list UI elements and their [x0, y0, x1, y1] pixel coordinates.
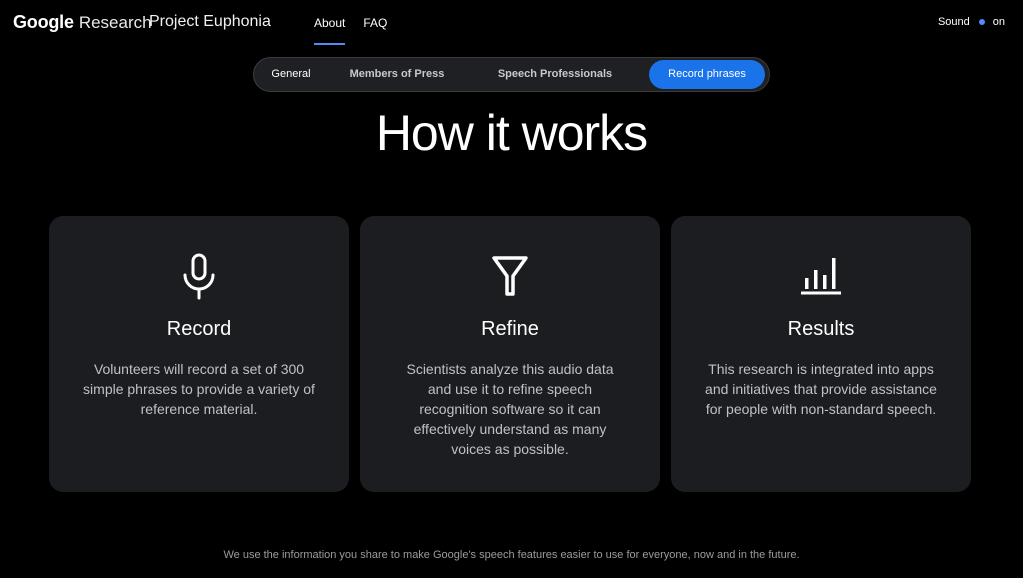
main-nav: About FAQ	[314, 16, 387, 45]
card-title: Record	[166, 318, 232, 340]
microphone-icon	[169, 252, 229, 300]
nav-faq[interactable]: FAQ	[363, 16, 387, 30]
card-description: This research is integrated into apps an…	[705, 361, 937, 417]
brand-research: Research	[78, 13, 152, 32]
audience-tabs: General Members of Press Speech Professi…	[253, 57, 770, 92]
card-title: Refine	[481, 318, 539, 340]
sound-indicator-dot	[978, 19, 985, 25]
top-header: Google Research Project Euphonia About F…	[0, 0, 1023, 46]
sound-toggle[interactable]: Sound on	[938, 16, 1005, 28]
tab-record-phrases[interactable]: Record phrases	[649, 60, 765, 89]
card-record: Record Volunteers will record a set of 3…	[49, 216, 349, 492]
brand-google: Google	[13, 12, 74, 32]
card-refine: Refine Scientists analyze this audio dat…	[360, 216, 660, 492]
nav-about[interactable]: About	[314, 16, 346, 45]
footer-note: We use the information you share to make…	[223, 549, 800, 561]
bar-chart-icon	[791, 252, 851, 300]
filter-icon	[480, 252, 540, 300]
card-title: Results	[787, 318, 855, 340]
tab-members-of-press[interactable]: Members of Press	[342, 60, 452, 89]
project-title[interactable]: Project Euphonia	[149, 13, 271, 31]
tab-general[interactable]: General	[264, 60, 318, 89]
card-results: Results This research is integrated into…	[671, 216, 971, 492]
page-title: How it works	[375, 105, 648, 161]
card-description: Volunteers will record a set of 300 simp…	[83, 361, 315, 417]
tab-speech-professionals[interactable]: Speech Professionals	[490, 60, 620, 89]
sound-label: Sound	[937, 16, 970, 28]
card-description: Scientists analyze this audio data and u…	[406, 361, 614, 457]
page: Google Research Project Euphonia About F…	[0, 0, 1023, 578]
sound-state: on	[992, 16, 1005, 28]
google-research-logo[interactable]: Google Research	[13, 12, 152, 33]
